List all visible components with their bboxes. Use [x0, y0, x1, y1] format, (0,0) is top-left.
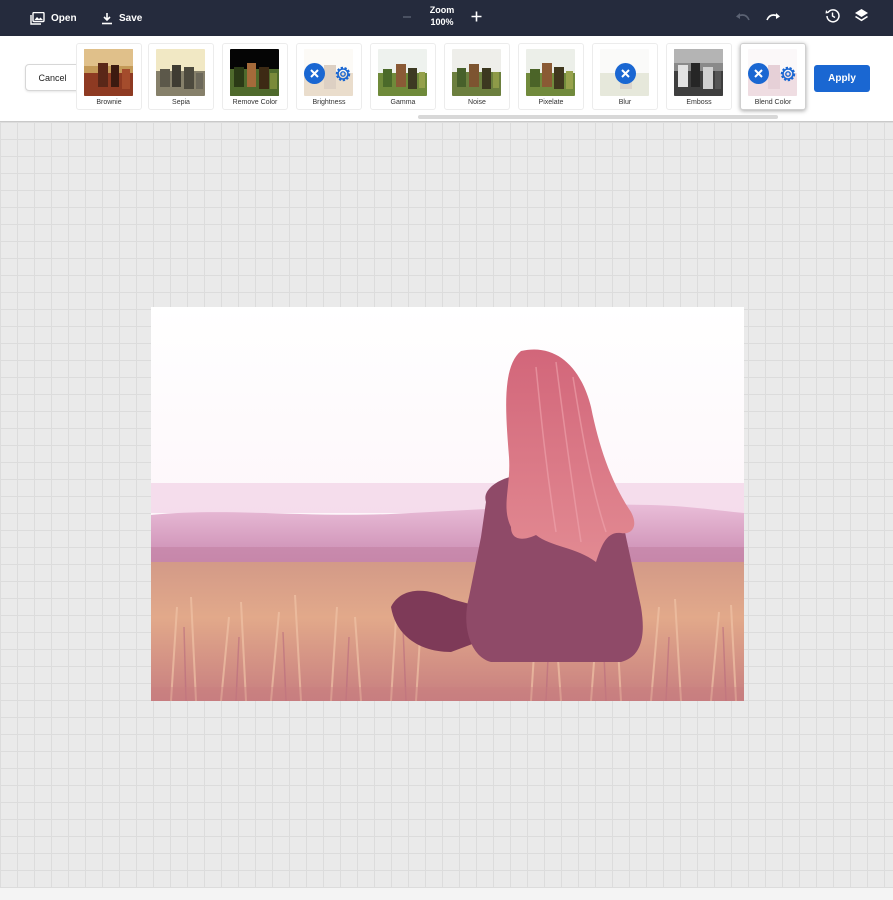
- filter-label: Brightness: [312, 99, 346, 106]
- zoom-indicator: Zoom 100%: [420, 4, 464, 28]
- zoom-out-button[interactable]: [397, 8, 417, 28]
- history-button[interactable]: [822, 8, 842, 28]
- undo-button[interactable]: [733, 8, 753, 28]
- download-icon: [101, 12, 113, 25]
- save-label: Save: [119, 12, 143, 24]
- gear-icon[interactable]: [332, 63, 354, 85]
- filter-brightness[interactable]: Brightness: [296, 43, 362, 110]
- filter-label: Remove Color: [232, 99, 278, 106]
- layers-icon: [854, 8, 869, 28]
- redo-icon: [765, 9, 781, 27]
- filter-label: Blend Color: [754, 99, 792, 106]
- filter-label: Blur: [618, 99, 632, 106]
- filter-thumbnail: [452, 49, 501, 96]
- filter-label: Sepia: [172, 99, 190, 106]
- filter-scrollbar[interactable]: [418, 115, 778, 119]
- filter-thumbnail: [526, 49, 575, 96]
- undo-icon: [735, 9, 751, 27]
- filter-label: Gamma: [390, 99, 416, 106]
- save-button[interactable]: Save: [101, 0, 142, 36]
- zoom-value: 100%: [430, 17, 454, 27]
- image-folder-icon: [30, 11, 45, 25]
- apply-button[interactable]: Apply: [814, 65, 870, 92]
- filter-brownie[interactable]: Brownie: [76, 43, 142, 110]
- filter-sepia[interactable]: Sepia: [148, 43, 214, 110]
- zoom-in-button[interactable]: [466, 8, 486, 28]
- filter-thumbnail: [84, 49, 133, 96]
- gear-icon[interactable]: [777, 63, 799, 85]
- filter-label: Brownie: [96, 99, 122, 106]
- filter-thumbnail: [674, 49, 723, 96]
- open-label: Open: [51, 12, 77, 24]
- top-bar: Open Save Zoom 100%: [0, 0, 893, 36]
- filter-thumbnail: [378, 49, 427, 96]
- filter-remove-color[interactable]: Remove Color: [222, 43, 288, 110]
- edited-photo[interactable]: [151, 307, 744, 701]
- close-circle-icon[interactable]: [615, 63, 636, 84]
- cancel-button[interactable]: Cancel: [25, 64, 80, 91]
- minus-icon: [402, 9, 412, 27]
- zoom-label: Zoom: [429, 5, 455, 15]
- open-button[interactable]: Open: [30, 0, 77, 36]
- filter-emboss[interactable]: Emboss: [666, 43, 732, 110]
- filter-thumbnail: [156, 49, 205, 96]
- close-circle-icon[interactable]: [748, 63, 769, 84]
- filter-blur[interactable]: Blur: [592, 43, 658, 110]
- filter-label: Noise: [468, 99, 486, 106]
- bottom-strip: [0, 888, 893, 900]
- filter-noise[interactable]: Noise: [444, 43, 510, 110]
- filter-pixelate[interactable]: Pixelate: [518, 43, 584, 110]
- filter-toolbar: Cancel Brownie Sepia Remove Color Bright…: [0, 36, 893, 122]
- filter-gamma[interactable]: Gamma: [370, 43, 436, 110]
- filter-thumbnail: [230, 49, 279, 96]
- filter-blend-color[interactable]: Blend Color: [740, 43, 806, 110]
- history-icon: [825, 8, 840, 28]
- canvas-area[interactable]: [0, 122, 893, 888]
- layers-button[interactable]: [851, 8, 871, 28]
- close-circle-icon[interactable]: [304, 63, 325, 84]
- filter-label: Pixelate: [538, 99, 564, 106]
- plus-icon: [471, 9, 482, 27]
- filter-label: Emboss: [686, 99, 712, 106]
- redo-button[interactable]: [763, 8, 783, 28]
